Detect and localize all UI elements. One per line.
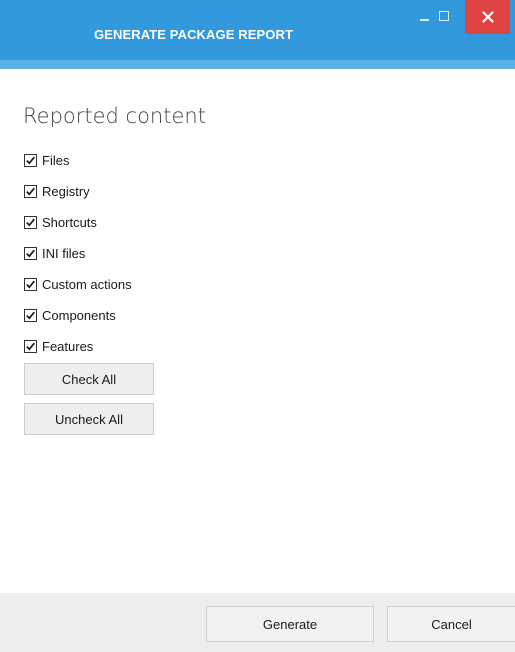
checkbox-label: Shortcuts (42, 215, 97, 230)
checkmark-icon (26, 280, 35, 289)
checkbox-box[interactable] (24, 278, 37, 291)
generate-button[interactable]: Generate (206, 606, 374, 642)
uncheck-all-button[interactable]: Uncheck All (24, 403, 154, 435)
title-bar[interactable]: GENERATE PACKAGE REPORT (0, 0, 515, 60)
checkmark-icon (26, 249, 35, 258)
maximize-button[interactable] (432, 0, 456, 34)
checkbox-label: Components (42, 308, 116, 323)
checkbox-box[interactable] (24, 185, 37, 198)
checkbox-components[interactable]: Components (24, 300, 132, 331)
close-icon (481, 11, 494, 23)
reported-content-list: Files Registry Shortcuts INI files Custo… (24, 145, 132, 362)
title-bar-accent-strip (0, 60, 515, 69)
checkmark-icon (26, 187, 35, 196)
checkbox-registry[interactable]: Registry (24, 176, 132, 207)
checkbox-box[interactable] (24, 154, 37, 167)
checkbox-features[interactable]: Features (24, 331, 132, 362)
checkbox-label: Features (42, 339, 94, 354)
checkbox-box[interactable] (24, 340, 37, 353)
checkbox-custom-actions[interactable]: Custom actions (24, 269, 132, 300)
section-title: Reported content (23, 104, 206, 128)
close-button[interactable] (465, 0, 510, 34)
check-all-button[interactable]: Check All (24, 363, 154, 395)
checkmark-icon (26, 218, 35, 227)
maximize-icon (439, 11, 449, 21)
checkbox-ini-files[interactable]: INI files (24, 238, 132, 269)
checkmark-icon (26, 342, 35, 351)
checkbox-box[interactable] (24, 247, 37, 260)
checkbox-label: INI files (42, 246, 86, 261)
cancel-button[interactable]: Cancel (387, 606, 515, 642)
window-title: GENERATE PACKAGE REPORT (94, 27, 294, 42)
checkbox-label: Registry (42, 184, 90, 199)
checkbox-label: Files (42, 153, 70, 168)
generate-package-report-dialog: GENERATE PACKAGE REPORT Reported content… (0, 0, 515, 652)
checkbox-label: Custom actions (42, 277, 132, 292)
checkbox-files[interactable]: Files (24, 145, 132, 176)
checkmark-icon (26, 156, 35, 165)
checkmark-icon (26, 311, 35, 320)
checkbox-shortcuts[interactable]: Shortcuts (24, 207, 132, 238)
checkbox-box[interactable] (24, 216, 37, 229)
checkbox-box[interactable] (24, 309, 37, 322)
minimize-icon (419, 19, 429, 21)
